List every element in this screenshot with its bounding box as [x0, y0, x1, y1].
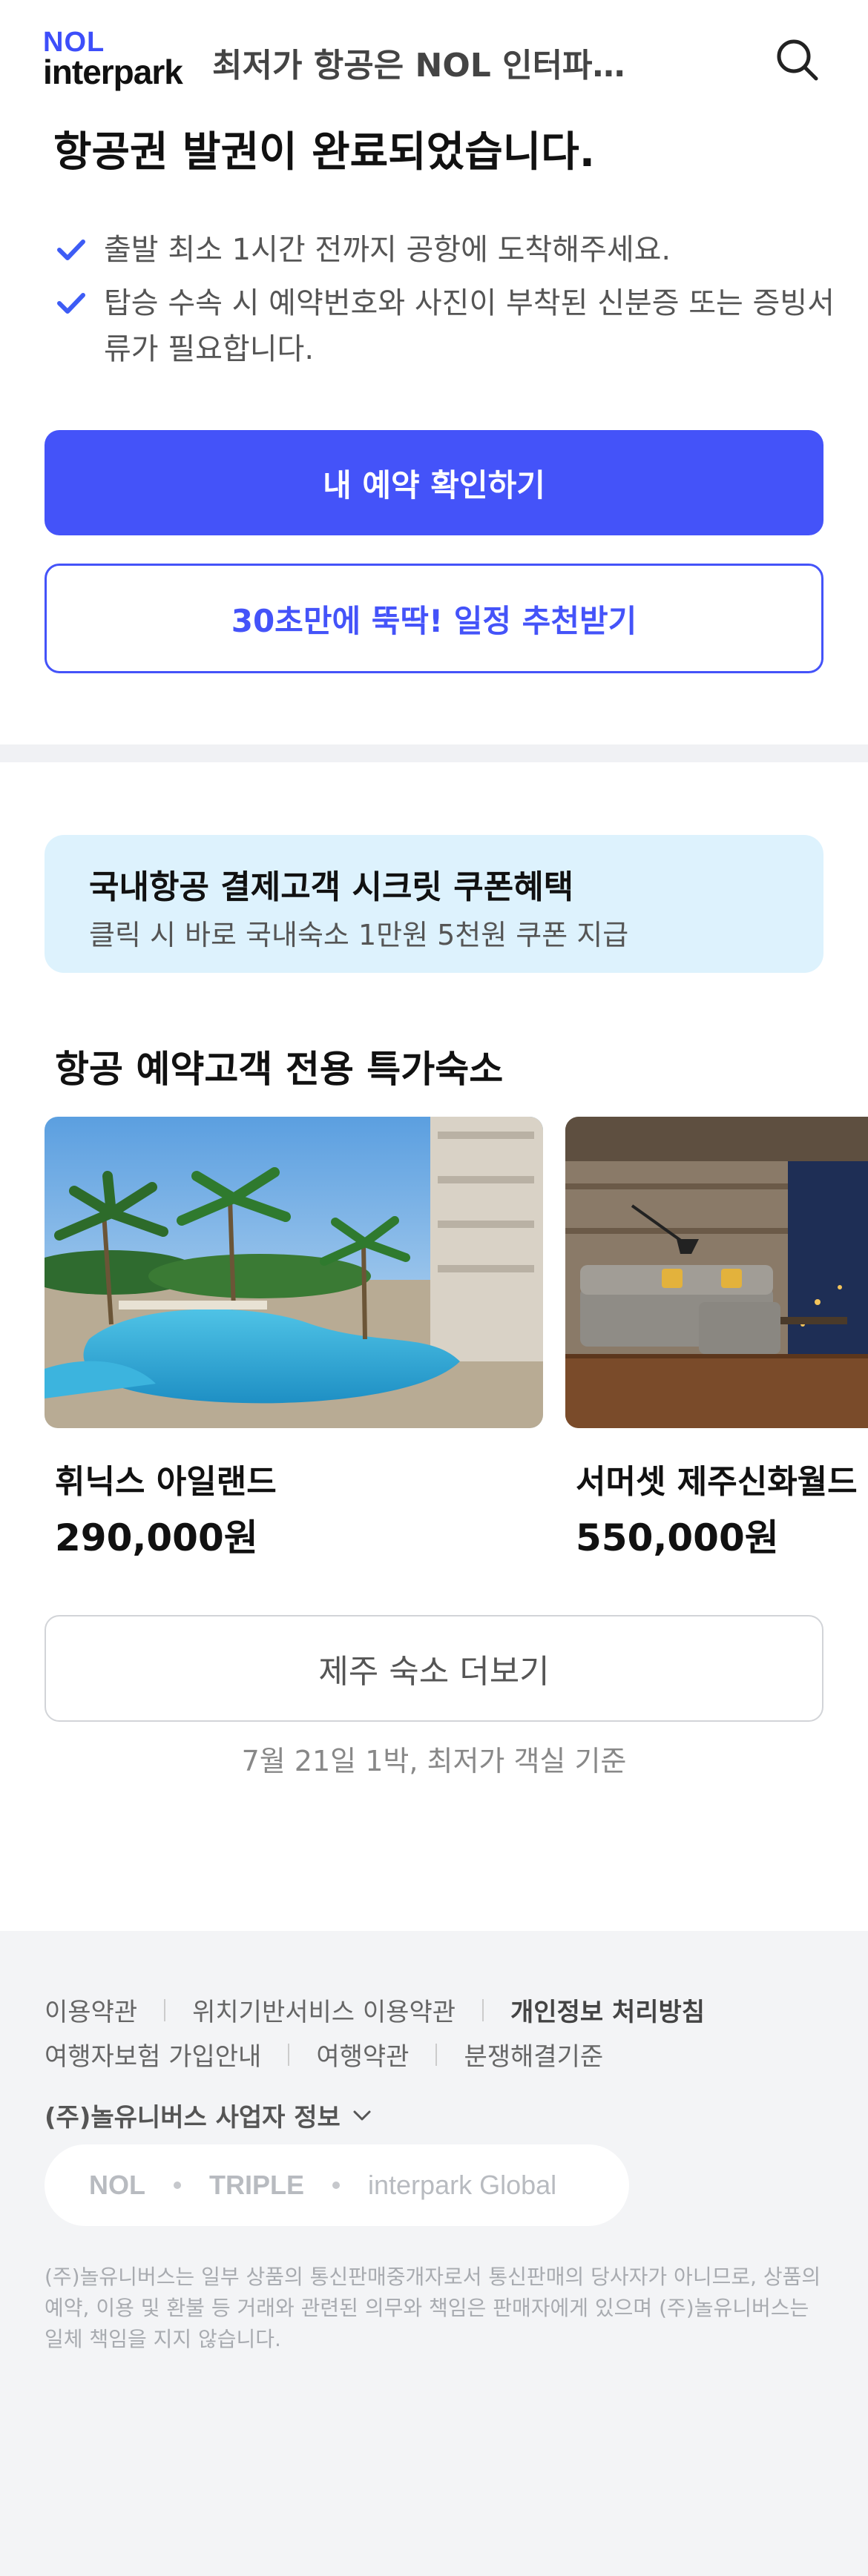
brand-separator-dot [174, 2182, 181, 2189]
business-info-toggle[interactable]: (주)놀유니버스 사업자 정보 [45, 2097, 373, 2133]
brand-nol[interactable]: NOL [89, 2170, 145, 2201]
coupon-title: 국내항공 결제고객 시크릿 쿠폰혜택 [89, 868, 574, 906]
chevron-down-icon [353, 2110, 371, 2120]
brand-interpark-global[interactable]: interpark Global [368, 2170, 556, 2201]
hotel-price: 290,000원 [55, 1516, 258, 1559]
footer-separator [164, 1998, 166, 2021]
notice-item: 출발 최소 1시간 전까지 공항에 도착해주세요. [56, 227, 835, 273]
header-title: 최저가 항공은 NOL 인터파… [212, 47, 625, 85]
footer-separator [482, 1998, 484, 2021]
itinerary-recommend-button[interactable]: 30초만에 뚝딱! 일정 추천받기 [45, 564, 823, 673]
footer-separator [435, 2043, 438, 2066]
notice-text: 탑승 수속 시 예약번호와 사진이 부착된 신분증 또는 증빙서류가 필요합니다… [104, 286, 835, 366]
coupon-banner[interactable]: 국내항공 결제고객 시크릿 쿠폰혜택 클릭 시 바로 국내숙소 1만원 5천원 … [45, 835, 823, 973]
price-basis-note: 7월 21일 1박, 최저가 객실 기준 [241, 1745, 627, 1777]
nol-interpark-logo[interactable]: NOL interpark [43, 27, 191, 93]
footer: 이용약관 위치기반서비스 이용약관 개인정보 처리방침 여행자보험 가입안내 여… [0, 1931, 868, 2576]
footer-link-travel-terms[interactable]: 여행약관 [316, 2036, 409, 2073]
hotel-name: 휘닉스 아일랜드 [55, 1463, 277, 1501]
notice-text: 출발 최소 1시간 전까지 공항에 도착해주세요. [104, 233, 671, 267]
hotel-price: 550,000원 [576, 1516, 779, 1559]
brand-family-pill: NOL TRIPLE interpark Global [45, 2144, 629, 2226]
business-info-label: (주)놀유니버스 사업자 정보 [45, 2103, 341, 2133]
top-header: NOL interpark 최저가 항공은 NOL 인터파… [0, 0, 868, 119]
section-divider [0, 744, 868, 762]
view-reservation-button[interactable]: 내 예약 확인하기 [45, 430, 823, 535]
check-icon [57, 293, 85, 314]
hotel-image-room [565, 1117, 868, 1428]
more-jeju-hotels-button[interactable]: 제주 숙소 더보기 [45, 1615, 823, 1722]
hotel-card[interactable]: 서머셋 제주신화월드 550,000원 [565, 1117, 868, 1562]
check-icon [57, 240, 85, 260]
hotel-name: 서머셋 제주신화월드 [576, 1463, 858, 1501]
hotel-section-title: 항공 예약고객 전용 특가숙소 [55, 1048, 504, 1091]
footer-links-row: 이용약관 위치기반서비스 이용약관 개인정보 처리방침 [45, 1992, 705, 2028]
search-button[interactable] [772, 34, 823, 86]
footer-link-dispute[interactable]: 분쟁해결기준 [464, 2036, 603, 2073]
hotel-card[interactable]: 휘닉스 아일랜드 290,000원 [45, 1117, 543, 1562]
hotel-image-pool [45, 1117, 543, 1428]
footer-disclaimer: (주)놀유니버스는 일부 상품의 통신판매중개자로서 통신판매의 당사자가 아니… [45, 2265, 821, 2351]
brand-separator-dot [332, 2182, 341, 2189]
coupon-subtitle: 클릭 시 바로 국내숙소 1만원 5천원 쿠폰 지급 [89, 919, 629, 951]
footer-link-terms[interactable]: 이용약관 [45, 1992, 137, 2028]
logo-interpark-text: interpark [43, 53, 183, 91]
notice-item: 탑승 수속 시 예약번호와 사진이 부착된 신분증 또는 증빙서류가 필요합니다… [56, 280, 835, 372]
brand-triple[interactable]: TRIPLE [209, 2170, 304, 2201]
search-icon [777, 39, 818, 81]
completion-title: 항공권 발권이 완료되었습니다. [53, 128, 596, 176]
footer-link-insurance[interactable]: 여행자보험 가입안내 [45, 2036, 261, 2073]
footer-separator [288, 2043, 290, 2066]
footer-link-privacy[interactable]: 개인정보 처리방침 [510, 1992, 705, 2028]
footer-link-location-terms[interactable]: 위치기반서비스 이용약관 [192, 1992, 456, 2028]
footer-links-row: 여행자보험 가입안내 여행약관 분쟁해결기준 [45, 2036, 603, 2073]
